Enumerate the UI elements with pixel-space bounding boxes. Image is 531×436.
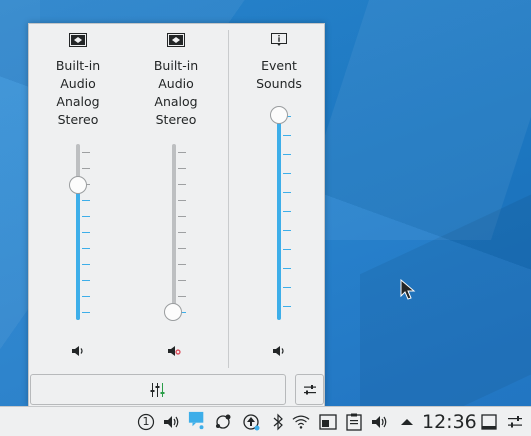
kde-connect-icon[interactable]: [214, 413, 232, 431]
speaker-device-icon: [167, 32, 185, 48]
bluetooth-icon[interactable]: [269, 413, 287, 431]
channel-label-line: Stereo: [155, 112, 197, 127]
clipboard-icon[interactable]: [345, 413, 363, 431]
updates-icon[interactable]: [242, 413, 260, 431]
volume-slider-fill[interactable]: [277, 114, 281, 320]
channel-label-line: Analog: [56, 94, 100, 109]
open-mixer-button[interactable]: [30, 374, 286, 405]
section-divider: [228, 30, 229, 368]
volume-ticks: [178, 152, 186, 320]
system-tray-panel: 1 12:36: [0, 406, 531, 436]
vault-icon[interactable]: [319, 413, 337, 431]
mute-toggle-button[interactable]: [165, 343, 183, 359]
speaker-device-icon: [69, 32, 87, 48]
panel-settings-icon[interactable]: [506, 413, 524, 431]
settings-sliders-icon: [303, 384, 316, 394]
show-desktop-icon[interactable]: [480, 413, 498, 431]
volume-slider-handle[interactable]: [164, 303, 182, 321]
channel-builtin-audio-1: Built-in Audio Analog Stereo: [29, 24, 127, 364]
wifi-icon[interactable]: [292, 413, 310, 431]
mouse-cursor: [400, 279, 416, 300]
notification-count: 1: [142, 415, 150, 428]
volume-slider-handle[interactable]: [270, 106, 288, 124]
mute-toggle-button[interactable]: [69, 343, 87, 359]
volume-icon: [72, 346, 83, 356]
mixer-icon: [150, 382, 165, 397]
audio-settings-button[interactable]: [295, 374, 324, 405]
volume-muted-icon: [168, 346, 181, 356]
channel-label-line: Audio: [60, 76, 96, 91]
channel-label-line: Stereo: [57, 112, 99, 127]
mute-toggle-button[interactable]: [270, 343, 288, 359]
volume-icon[interactable]: [371, 413, 389, 431]
channel-label-line: Built-in: [153, 58, 199, 73]
volume-slider-track[interactable]: [172, 144, 176, 320]
channel-label-line: Audio: [158, 76, 194, 91]
info-icon: [270, 32, 288, 48]
volume-slider-fill: [76, 186, 80, 320]
volume-slider-handle[interactable]: [69, 176, 87, 194]
channel-builtin-audio-2: Built-in Audio Analog Stereo: [127, 24, 225, 364]
volume-ticks: [283, 116, 291, 320]
clock-time[interactable]: 12:36: [422, 410, 477, 434]
channel-event-sounds: Event Sounds: [230, 24, 328, 364]
channel-label-line: Event: [261, 58, 297, 73]
volume-icon[interactable]: [163, 413, 181, 431]
channel-label-line: Built-in: [55, 58, 101, 73]
volume-icon: [273, 346, 284, 356]
channel-label-line: Sounds: [256, 76, 302, 91]
chat-icon[interactable]: [188, 411, 206, 430]
channel-label-line: Analog: [154, 94, 198, 109]
audio-volume-popup: Built-in Audio Analog Stereo Built-in Au…: [28, 23, 325, 406]
channel-label: Built-in Audio Analog Stereo: [127, 57, 225, 129]
channel-label: Built-in Audio Analog Stereo: [29, 57, 127, 129]
channel-label: Event Sounds: [230, 57, 328, 93]
show-hidden-icon[interactable]: [398, 413, 416, 431]
